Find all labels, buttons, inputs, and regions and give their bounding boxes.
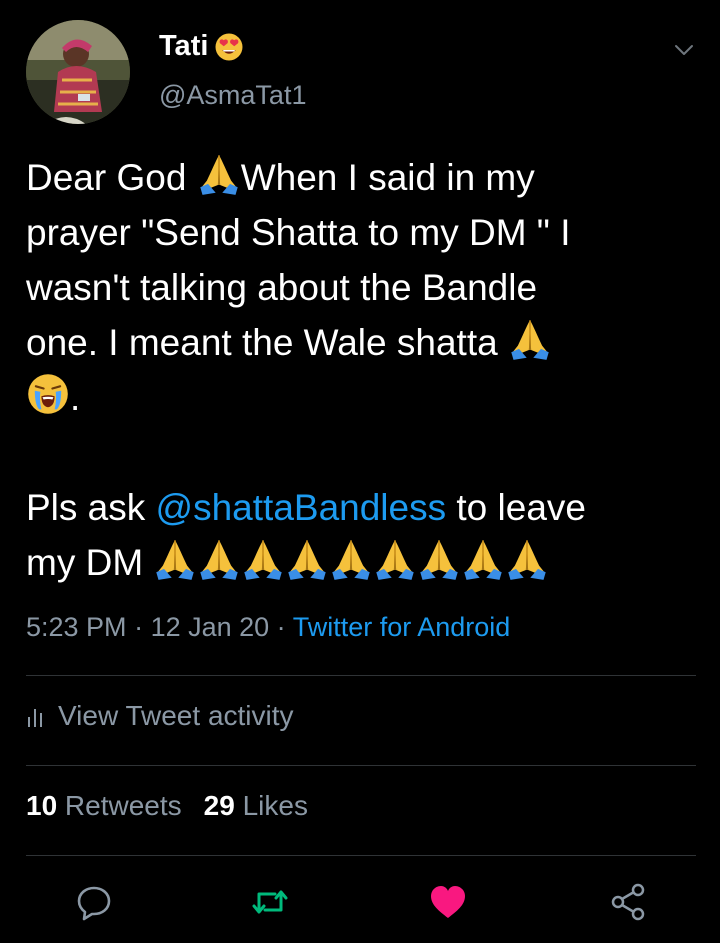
- tweet-text: Dear God When I said in my prayer "Send …: [26, 150, 696, 590]
- bar-chart-icon: [28, 709, 42, 727]
- retweet-icon: [252, 890, 288, 914]
- folded-hands-icon: [508, 317, 552, 361]
- tweet-source-link[interactable]: Twitter for Android: [293, 612, 511, 642]
- folded-hands-icon: [505, 537, 549, 581]
- view-tweet-activity[interactable]: View Tweet activity: [26, 700, 294, 732]
- tweet-stats: 10 Retweets 29 Likes: [26, 790, 308, 822]
- name-row[interactable]: Tati: [159, 30, 244, 63]
- meta-separator: ·: [269, 612, 293, 642]
- view-tweet-activity-label: View Tweet activity: [58, 700, 294, 731]
- tweet-header: Tati @AsmaTat1: [26, 18, 706, 128]
- user-handle[interactable]: @AsmaTat1: [159, 80, 306, 111]
- retweets-label: Retweets: [57, 790, 182, 821]
- folded-hands-icon: [285, 537, 329, 581]
- heart-icon: [431, 886, 465, 918]
- folded-hands-icon: [197, 537, 241, 581]
- folded-hands-icon: [329, 537, 373, 581]
- folded-hands-icon: [197, 152, 241, 196]
- loudly-crying-face-icon: [26, 372, 70, 416]
- chevron-down-icon[interactable]: [672, 38, 696, 62]
- meta-separator: ·: [126, 612, 151, 642]
- retweets-count: 10: [26, 790, 58, 821]
- heart-eyes-emoji-icon: [214, 32, 244, 62]
- display-name[interactable]: Tati: [159, 30, 208, 63]
- tweet-actions: [0, 880, 720, 930]
- divider: [26, 855, 696, 856]
- folded-hands-icon: [461, 537, 505, 581]
- folded-hands-icon: [153, 537, 197, 581]
- folded-hands-icon: [373, 537, 417, 581]
- tweet-date: 12 Jan 20: [150, 612, 270, 642]
- retweet-button[interactable]: [248, 880, 292, 924]
- likes-stat[interactable]: 29 Likes: [204, 790, 308, 821]
- tweet-time: 5:23 PM: [26, 612, 127, 642]
- reply-icon: [77, 886, 111, 921]
- share-button[interactable]: [606, 880, 650, 924]
- folded-hands-row: [153, 542, 549, 583]
- avatar[interactable]: [26, 20, 130, 124]
- folded-hands-icon: [417, 537, 461, 581]
- like-button[interactable]: [426, 880, 470, 924]
- share-icon: [611, 883, 645, 921]
- reply-button[interactable]: [72, 880, 116, 924]
- likes-label: Likes: [234, 790, 308, 821]
- likes-count: 29: [203, 790, 235, 821]
- divider: [26, 765, 696, 766]
- folded-hands-icon: [241, 537, 285, 581]
- tweet-text-part: Dear God: [26, 157, 197, 198]
- divider: [26, 675, 696, 676]
- retweets-stat[interactable]: 10 Retweets: [26, 790, 182, 821]
- tweet-meta: 5:23 PM · 12 Jan 20 · Twitter for Androi…: [26, 612, 510, 643]
- mention-link[interactable]: @shattaBandless: [156, 487, 447, 528]
